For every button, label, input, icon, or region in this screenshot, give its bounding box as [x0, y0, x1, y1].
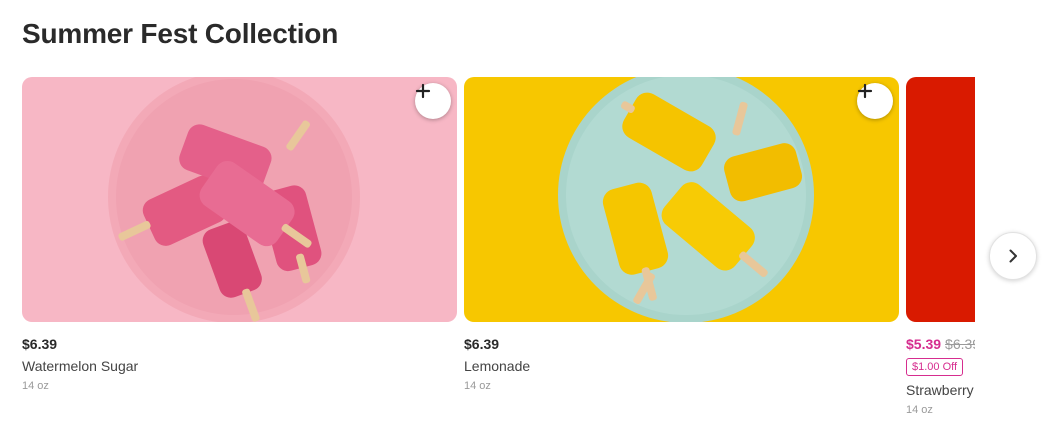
popsicle-plate-illustration	[558, 77, 814, 322]
product-name[interactable]: Watermelon Sugar	[22, 358, 457, 374]
product-size: 14 oz	[906, 404, 933, 416]
product-size: 14 oz	[22, 380, 49, 392]
carousel-next-button[interactable]	[989, 232, 1037, 280]
add-to-cart-button-lemonade[interactable]	[857, 83, 893, 119]
add-to-cart-button-watermelon[interactable]	[415, 83, 451, 119]
product-price: $6.39	[22, 336, 58, 352]
product-card-lemonade[interactable]: $6.39 Lemonade 14 oz	[464, 77, 899, 392]
product-image-watermelon[interactable]	[22, 77, 457, 322]
product-size: 14 oz	[464, 380, 491, 392]
product-image-lemonade[interactable]	[464, 77, 899, 322]
plus-icon	[415, 83, 431, 99]
product-name[interactable]: Strawberry	[906, 382, 975, 398]
section-title: Summer Fest Collection	[22, 18, 339, 49]
discount-badge: $1.00 Off	[906, 358, 964, 376]
plus-icon	[857, 83, 873, 99]
product-card-watermelon[interactable]: $6.39 Watermelon Sugar 14 oz	[22, 77, 457, 392]
product-card-strawberry[interactable]: $5.39$6.39 $1.00 Off Strawberry 14 oz	[906, 77, 975, 416]
original-price: $6.39	[945, 336, 975, 352]
product-name[interactable]: Lemonade	[464, 358, 899, 374]
product-price: $5.39$6.39	[906, 336, 975, 352]
product-image-strawberry[interactable]	[906, 77, 975, 322]
sale-price: $5.39	[906, 336, 942, 352]
chevron-right-icon	[1009, 249, 1017, 263]
popsicle-plate-illustration	[108, 77, 360, 322]
product-price: $6.39	[464, 336, 500, 352]
product-carousel: $6.39 Watermelon Sugar 14 oz $6.39 Lemon…	[22, 77, 975, 427]
